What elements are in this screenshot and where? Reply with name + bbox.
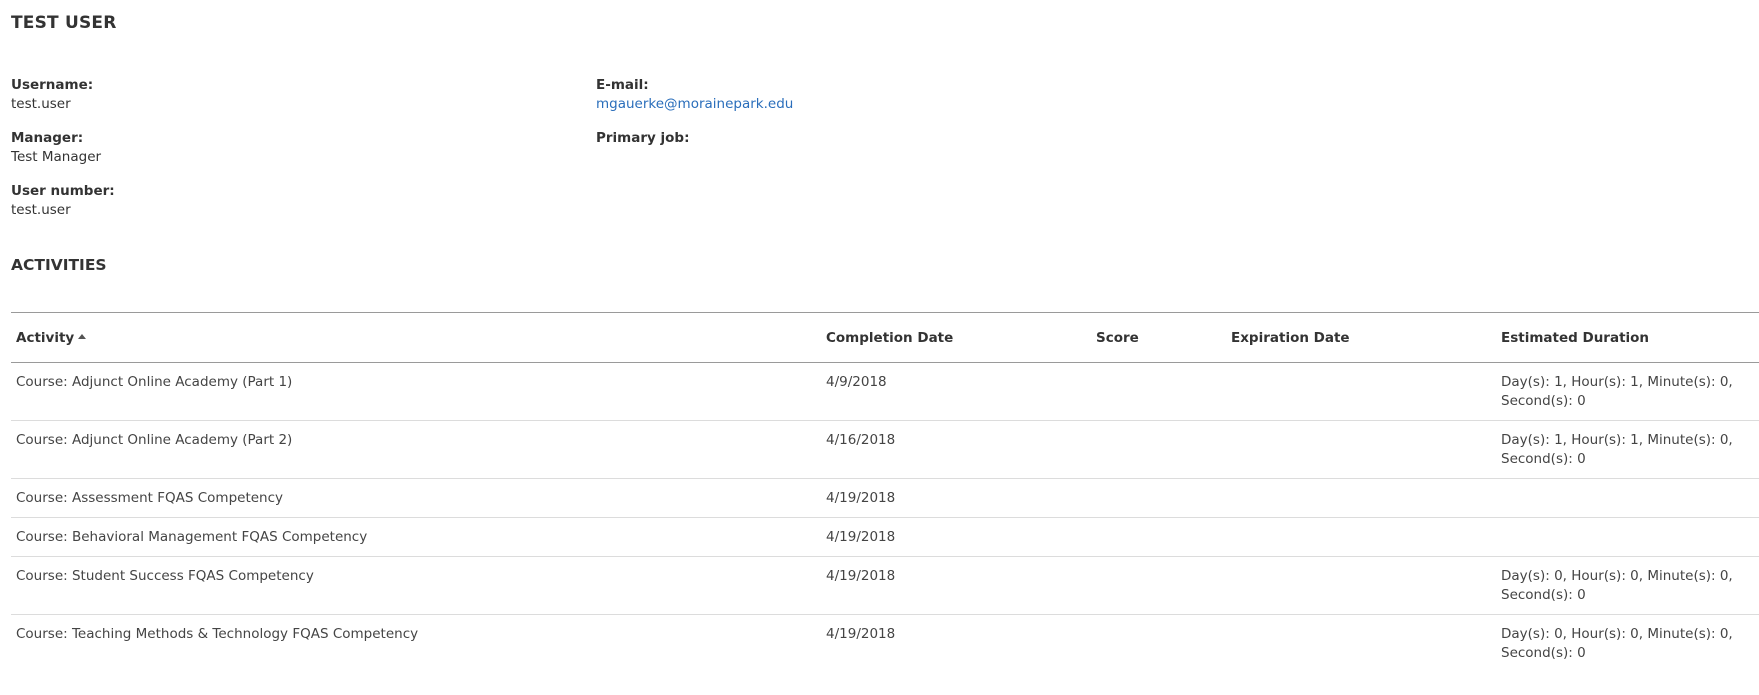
activities-table: Activity Completion Date Score Expiratio… xyxy=(11,312,1759,672)
user-number-label: User number: xyxy=(11,183,115,199)
email-link[interactable]: mgauerke@morainepark.edu xyxy=(596,95,793,114)
completion-date-cell: 4/16/2018 xyxy=(821,420,1091,479)
column-header-activity-label: Activity xyxy=(16,329,75,346)
estimated-duration-cell: Day(s): 1, Hour(s): 1, Minute(s): 0, Sec… xyxy=(1496,362,1759,421)
table-header-row: Activity Completion Date Score Expiratio… xyxy=(11,312,1759,363)
table-row: Course: Behavioral Management FQAS Compe… xyxy=(11,517,1759,557)
table-row: Course: Teaching Methods & Technology FQ… xyxy=(11,615,1759,673)
activity-cell: Course: Student Success FQAS Competency xyxy=(11,556,821,615)
activity-cell: Course: Teaching Methods & Technology FQ… xyxy=(16,626,419,642)
email-field: E-mail: mgauerke@morainepark.edu xyxy=(596,76,793,114)
activity-cell: Course: Adjunct Online Academy (Part 1) xyxy=(11,362,821,421)
username-label: Username: xyxy=(11,77,94,93)
activities-section-title: ACTIVITIES xyxy=(11,256,107,274)
page-title: TEST USER xyxy=(11,13,117,33)
username-field: Username: test.user xyxy=(11,76,93,114)
sort-ascending-icon xyxy=(78,334,87,339)
completion-date-cell: 4/19/2018 xyxy=(821,556,1091,615)
expiration-date-cell xyxy=(1226,478,1496,518)
column-header-activity[interactable]: Activity xyxy=(11,312,821,363)
estimated-duration-cell xyxy=(1496,517,1759,557)
expiration-date-cell xyxy=(1226,517,1496,557)
table-row: Course: Adjunct Online Academy (Part 2) … xyxy=(11,420,1759,479)
estimated-duration-cell: Day(s): 0, Hour(s): 0, Minute(s): 0, Sec… xyxy=(1501,626,1733,661)
expiration-date-cell xyxy=(1226,420,1496,479)
manager-label: Manager: xyxy=(11,130,84,146)
completion-date-cell: 4/9/2018 xyxy=(821,362,1091,421)
column-header-estimated-duration[interactable]: Estimated Duration xyxy=(1496,312,1759,363)
activity-cell: Course: Adjunct Online Academy (Part 2) xyxy=(11,420,821,479)
column-header-score[interactable]: Score xyxy=(1091,312,1226,363)
user-number-value: test.user xyxy=(11,202,71,218)
user-profile-page: TEST USER Username: test.user Manager: T… xyxy=(0,0,1759,695)
score-cell xyxy=(1091,615,1226,673)
table-row: Course: Adjunct Online Academy (Part 1) … xyxy=(11,362,1759,421)
score-cell xyxy=(1091,420,1226,479)
score-cell xyxy=(1091,517,1226,557)
column-header-expiration-date[interactable]: Expiration Date xyxy=(1226,312,1496,363)
expiration-date-cell xyxy=(1226,362,1496,421)
manager-field: Manager: Test Manager xyxy=(11,129,101,167)
score-cell xyxy=(1091,362,1226,421)
expiration-date-cell xyxy=(1226,556,1496,615)
username-value: test.user xyxy=(11,96,71,112)
completion-date-cell: 4/19/2018 xyxy=(826,626,896,642)
score-cell xyxy=(1091,478,1226,518)
expiration-date-cell xyxy=(1226,615,1496,673)
primary-job-field: Primary job: xyxy=(596,129,689,148)
estimated-duration-cell xyxy=(1496,478,1759,518)
activity-cell: Course: Assessment FQAS Competency xyxy=(11,478,821,518)
table-row: Course: Student Success FQAS Competency … xyxy=(11,556,1759,615)
completion-date-cell: 4/19/2018 xyxy=(821,517,1091,557)
column-header-completion-date[interactable]: Completion Date xyxy=(821,312,1091,363)
manager-value: Test Manager xyxy=(11,149,102,165)
completion-date-cell: 4/19/2018 xyxy=(821,478,1091,518)
user-number-field: User number: test.user xyxy=(11,182,115,220)
activity-cell: Course: Behavioral Management FQAS Compe… xyxy=(11,517,821,557)
primary-job-label: Primary job: xyxy=(596,130,690,146)
email-label: E-mail: xyxy=(596,77,649,93)
estimated-duration-cell: Day(s): 1, Hour(s): 1, Minute(s): 0, Sec… xyxy=(1496,420,1759,479)
score-cell xyxy=(1091,556,1226,615)
table-row: Course: Assessment FQAS Competency 4/19/… xyxy=(11,478,1759,518)
estimated-duration-cell: Day(s): 0, Hour(s): 0, Minute(s): 0, Sec… xyxy=(1496,556,1759,615)
